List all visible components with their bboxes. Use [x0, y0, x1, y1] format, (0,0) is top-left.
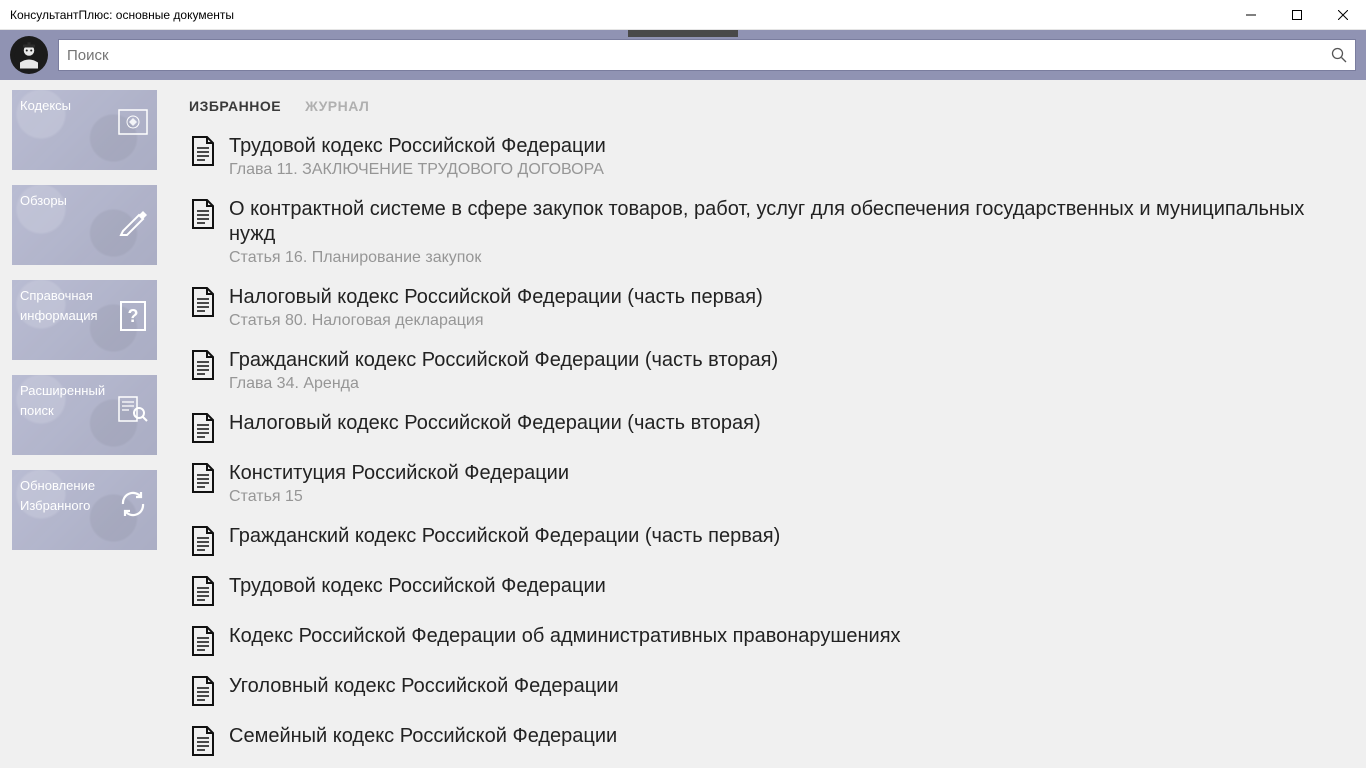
- document-text: Семейный кодекс Российской Федерации: [229, 724, 617, 749]
- document-icon: [189, 526, 215, 556]
- document-row[interactable]: О контрактной системе в сфере закупок то…: [189, 197, 1346, 267]
- close-icon: [1338, 10, 1348, 20]
- titlebar: КонсультантПлюс: основные документы: [0, 0, 1366, 30]
- document-icon: [189, 576, 215, 606]
- refresh-icon: [117, 488, 149, 520]
- search-icon: [1331, 47, 1347, 63]
- document-title: Трудовой кодекс Российской Федерации: [229, 134, 606, 159]
- document-subtitle: Статья 80. Налоговая декларация: [229, 312, 763, 330]
- document-icon: [189, 199, 215, 229]
- document-title: Гражданский кодекс Российской Федерации …: [229, 348, 778, 373]
- grip-handle[interactable]: [628, 30, 738, 37]
- tile-label-2: информация: [20, 308, 98, 323]
- tile-label-2: поиск: [20, 403, 54, 418]
- window-controls: [1228, 0, 1366, 30]
- sidebar-tile-refresh-favorites[interactable]: Обновление Избранного: [12, 470, 157, 550]
- document-title: Налоговый кодекс Российской Федерации (ч…: [229, 411, 761, 436]
- document-text: Гражданский кодекс Российской Федерации …: [229, 348, 778, 393]
- document-title: Уголовный кодекс Российской Федерации: [229, 674, 619, 699]
- document-row[interactable]: Гражданский кодекс Российской Федерации …: [189, 524, 1346, 556]
- minimize-icon: [1246, 10, 1256, 20]
- document-text: Трудовой кодекс Российской Федерации: [229, 574, 606, 599]
- window-title: КонсультантПлюс: основные документы: [10, 8, 234, 22]
- document-text: Уголовный кодекс Российской Федерации: [229, 674, 619, 699]
- tile-label: Обзоры: [20, 193, 67, 209]
- document-icon: [189, 626, 215, 656]
- question-icon: ?: [117, 300, 149, 332]
- tile-label: Справочная: [20, 288, 93, 304]
- document-text: Гражданский кодекс Российской Федерации …: [229, 524, 780, 549]
- document-title: Семейный кодекс Российской Федерации: [229, 724, 617, 749]
- sidebar-tile-reviews[interactable]: Обзоры: [12, 185, 157, 265]
- svg-text:?: ?: [128, 306, 139, 326]
- document-subtitle: Глава 34. Аренда: [229, 375, 778, 393]
- document-icon: [189, 726, 215, 756]
- document-row[interactable]: Гражданский кодекс Российской Федерации …: [189, 348, 1346, 393]
- sidebar-tile-codes[interactable]: Кодексы: [12, 90, 157, 170]
- document-text: О контрактной системе в сфере закупок то…: [229, 197, 1346, 267]
- emblem-icon: [117, 106, 149, 138]
- topbar: [0, 30, 1366, 80]
- logo-icon: [14, 40, 44, 70]
- app-logo[interactable]: [10, 36, 48, 74]
- document-row[interactable]: Кодекс Российской Федерации об администр…: [189, 624, 1346, 656]
- document-row[interactable]: Трудовой кодекс Российской Федерации: [189, 574, 1346, 606]
- document-row[interactable]: Трудовой кодекс Российской Федерации Глав…: [189, 134, 1346, 179]
- document-text: Кодекс Российской Федерации об администр…: [229, 624, 901, 649]
- search-box[interactable]: [58, 39, 1356, 71]
- close-button[interactable]: [1320, 0, 1366, 30]
- sidebar-tile-advanced-search[interactable]: Расширенный поиск: [12, 375, 157, 455]
- document-title: Трудовой кодекс Российской Федерации: [229, 574, 606, 599]
- pen-icon: [117, 205, 149, 237]
- document-title: О контрактной системе в сфере закупок то…: [229, 197, 1346, 247]
- tile-label-2: Избранного: [20, 498, 90, 513]
- document-icon: [189, 136, 215, 166]
- tile-label: Расширенный: [20, 383, 105, 399]
- maximize-icon: [1292, 10, 1302, 20]
- document-list: Трудовой кодекс Российской Федерации Глав…: [189, 134, 1346, 756]
- document-text: Трудовой кодекс Российской Федерации Глав…: [229, 134, 606, 179]
- tile-label: Обновление: [20, 478, 95, 494]
- document-row[interactable]: Налоговый кодекс Российской Федерации (ч…: [189, 411, 1346, 443]
- sidebar-tile-reference[interactable]: Справочная информация ?: [12, 280, 157, 360]
- minimize-button[interactable]: [1228, 0, 1274, 30]
- document-text: Налоговый кодекс Российской Федерации (ч…: [229, 411, 761, 436]
- document-text: Налоговый кодекс Российской Федерации (ч…: [229, 285, 763, 330]
- tabs: ИЗБРАННОЕ ЖУРНАЛ: [189, 98, 1346, 114]
- document-text: Конституция Российской Федерации Статья 1…: [229, 461, 569, 506]
- document-icon: [189, 413, 215, 443]
- maximize-button[interactable]: [1274, 0, 1320, 30]
- document-row[interactable]: Семейный кодекс Российской Федерации: [189, 724, 1346, 756]
- document-title: Гражданский кодекс Российской Федерации …: [229, 524, 780, 549]
- document-row[interactable]: Налоговый кодекс Российской Федерации (ч…: [189, 285, 1346, 330]
- tab-favorites[interactable]: ИЗБРАННОЕ: [189, 98, 281, 114]
- document-icon: [189, 287, 215, 317]
- tab-journal[interactable]: ЖУРНАЛ: [305, 98, 369, 114]
- search-doc-icon: [117, 393, 149, 425]
- document-subtitle: Статья 15: [229, 488, 569, 506]
- document-row[interactable]: Уголовный кодекс Российской Федерации: [189, 674, 1346, 706]
- document-title: Конституция Российской Федерации: [229, 461, 569, 486]
- document-subtitle: Глава 11. ЗАКЛЮЧЕНИЕ ТРУДОВОГО ДОГОВОРА: [229, 161, 606, 179]
- document-title: Кодекс Российской Федерации об администр…: [229, 624, 901, 649]
- main-content: ИЗБРАННОЕ ЖУРНАЛ Трудовой кодекс Российс…: [165, 80, 1366, 768]
- sidebar: Кодексы Обзоры Справочная информация ?: [0, 80, 165, 768]
- document-icon: [189, 463, 215, 493]
- document-row[interactable]: Конституция Российской Федерации Статья 1…: [189, 461, 1346, 506]
- document-icon: [189, 350, 215, 380]
- body: Кодексы Обзоры Справочная информация ?: [0, 80, 1366, 768]
- tile-label: Кодексы: [20, 98, 71, 114]
- document-subtitle: Статья 16. Планирование закупок: [229, 249, 1346, 267]
- document-icon: [189, 676, 215, 706]
- document-title: Налоговый кодекс Российской Федерации (ч…: [229, 285, 763, 310]
- search-input[interactable]: [67, 47, 1331, 64]
